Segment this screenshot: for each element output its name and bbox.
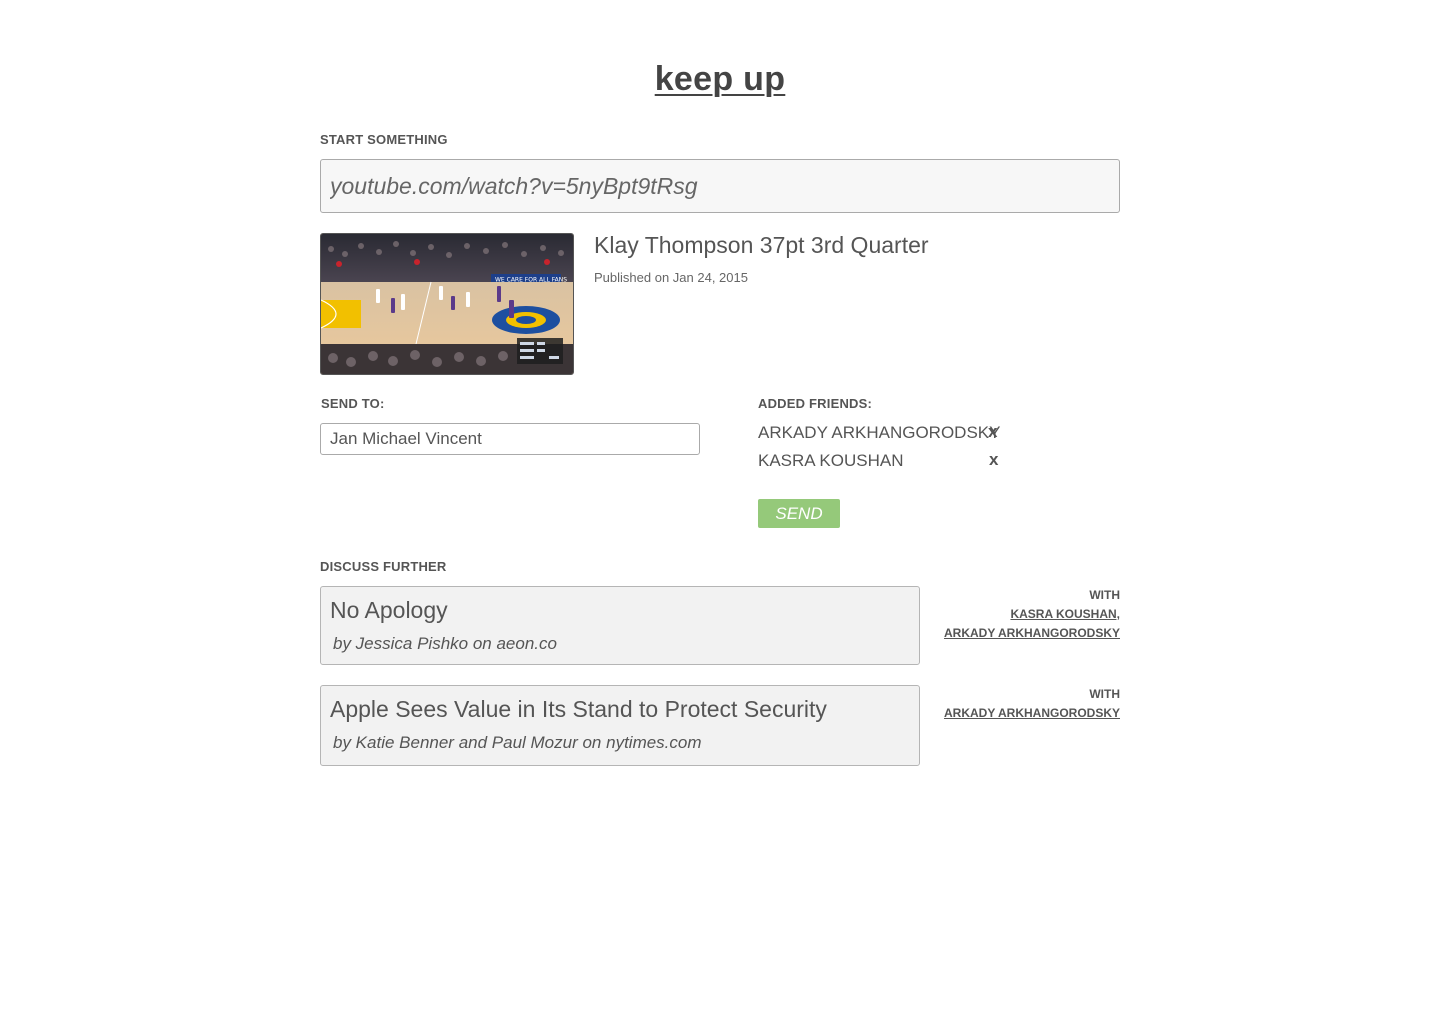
discussion-title: No Apology <box>330 597 448 623</box>
discussion-card[interactable]: Apple Sees Value in Its Stand to Protect… <box>320 685 920 766</box>
video-thumbnail-image: WE CARE FOR ALL FANS <box>321 234 573 374</box>
discussion-byline: by Jessica Pishko on aeon.co <box>333 634 557 653</box>
send-to-label: SEND TO: <box>321 396 385 411</box>
url-input[interactable] <box>320 159 1120 213</box>
discussion-title: Apple Sees Value in Its Stand to Protect… <box>330 696 827 722</box>
video-published-date: Published on Jan 24, 2015 <box>594 270 748 285</box>
participant-link[interactable]: KASRA KOUSHAN, <box>944 605 1120 624</box>
send-button[interactable]: SEND <box>758 499 840 528</box>
send-to-input[interactable] <box>320 423 700 455</box>
remove-friend-button[interactable]: x <box>989 450 998 470</box>
added-friend-name: KASRA KOUSHAN <box>758 451 904 470</box>
discussion-participants: WITH ARKADY ARKHANGORODSKY <box>944 685 1120 723</box>
remove-friend-button[interactable]: x <box>988 422 997 442</box>
video-title: Klay Thompson 37pt 3rd Quarter <box>594 232 929 258</box>
discussion-byline: by Katie Benner and Paul Mozur on nytime… <box>333 733 702 752</box>
logo-link[interactable]: keep up <box>655 60 786 98</box>
discussion-card[interactable]: No Apology by Jessica Pishko on aeon.co <box>320 586 920 665</box>
page: keep up START SOMETHING youtube.com/watc… <box>0 0 1440 1024</box>
participant-link[interactable]: ARKADY ARKHANGORODSKY <box>944 624 1120 643</box>
participant-link[interactable]: ARKADY ARKHANGORODSKY <box>944 704 1120 723</box>
added-friends-label: ADDED FRIENDS: <box>758 396 873 411</box>
discuss-further-label: DISCUSS FURTHER <box>320 559 447 574</box>
discussion-participants: WITH KASRA KOUSHAN, ARKADY ARKHANGORODSK… <box>944 586 1120 643</box>
video-thumbnail[interactable]: WE CARE FOR ALL FANS <box>320 233 574 375</box>
logo: keep up <box>0 60 1440 99</box>
with-label: WITH <box>1089 588 1120 602</box>
with-label: WITH <box>1089 687 1120 701</box>
start-something-label: START SOMETHING <box>320 132 448 147</box>
added-friend-name: ARKADY ARKHANGORODSKY <box>758 423 1001 442</box>
